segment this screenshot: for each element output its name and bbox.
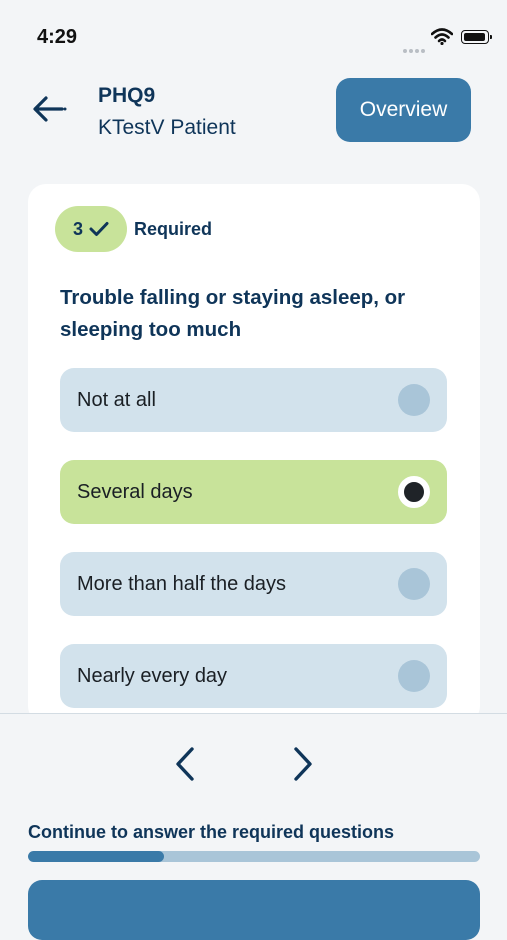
radio-button[interactable] — [398, 660, 430, 692]
battery-icon — [461, 30, 492, 44]
required-label: Required — [134, 219, 213, 239]
question-text: Trouble falling or staying asleep, or sl… — [60, 286, 406, 341]
radio-button[interactable] — [398, 568, 430, 600]
previous-question-button[interactable] — [165, 744, 205, 784]
option-label: Not at all — [77, 389, 156, 411]
option-several-days[interactable]: Several days — [60, 460, 447, 524]
option-label: Nearly every day — [77, 665, 228, 687]
header: PHQ9 KTestV Patient Overview — [0, 70, 507, 160]
question-card: 3 Required Trouble falling or staying as… — [28, 184, 480, 724]
radio-button[interactable] — [398, 476, 430, 508]
radio-button[interactable] — [398, 384, 430, 416]
option-not-at-all[interactable]: Not at all — [60, 368, 447, 432]
option-label: Several days — [77, 481, 193, 503]
next-question-button[interactable] — [283, 744, 323, 784]
wifi-icon — [431, 28, 453, 45]
chevron-right-icon — [294, 747, 312, 781]
patient-name: KTestV Patient — [98, 116, 236, 139]
chevron-left-icon — [176, 747, 194, 781]
back-button[interactable] — [28, 90, 68, 130]
option-more-than-half[interactable]: More than half the days — [60, 552, 447, 616]
progress-fill — [28, 851, 164, 862]
page-title: PHQ9 — [98, 84, 156, 107]
question-number-badge: 3 — [55, 206, 127, 252]
status-bar: 4:29 — [0, 0, 507, 70]
signal-icon — [403, 40, 427, 58]
option-nearly-every-day[interactable]: Nearly every day — [60, 644, 447, 708]
status-time: 4:29 — [37, 26, 78, 48]
footer: Continue to answer the required question… — [0, 713, 507, 940]
checkmark-icon — [89, 222, 109, 236]
submit-button[interactable] — [28, 880, 480, 940]
option-label: More than half the days — [77, 573, 287, 595]
question-number: 3 — [72, 218, 83, 239]
overview-button[interactable]: Overview — [336, 78, 471, 142]
back-arrow-icon — [33, 96, 67, 122]
progress-text: Continue to answer the required question… — [28, 822, 395, 842]
progress-bar — [28, 851, 480, 862]
